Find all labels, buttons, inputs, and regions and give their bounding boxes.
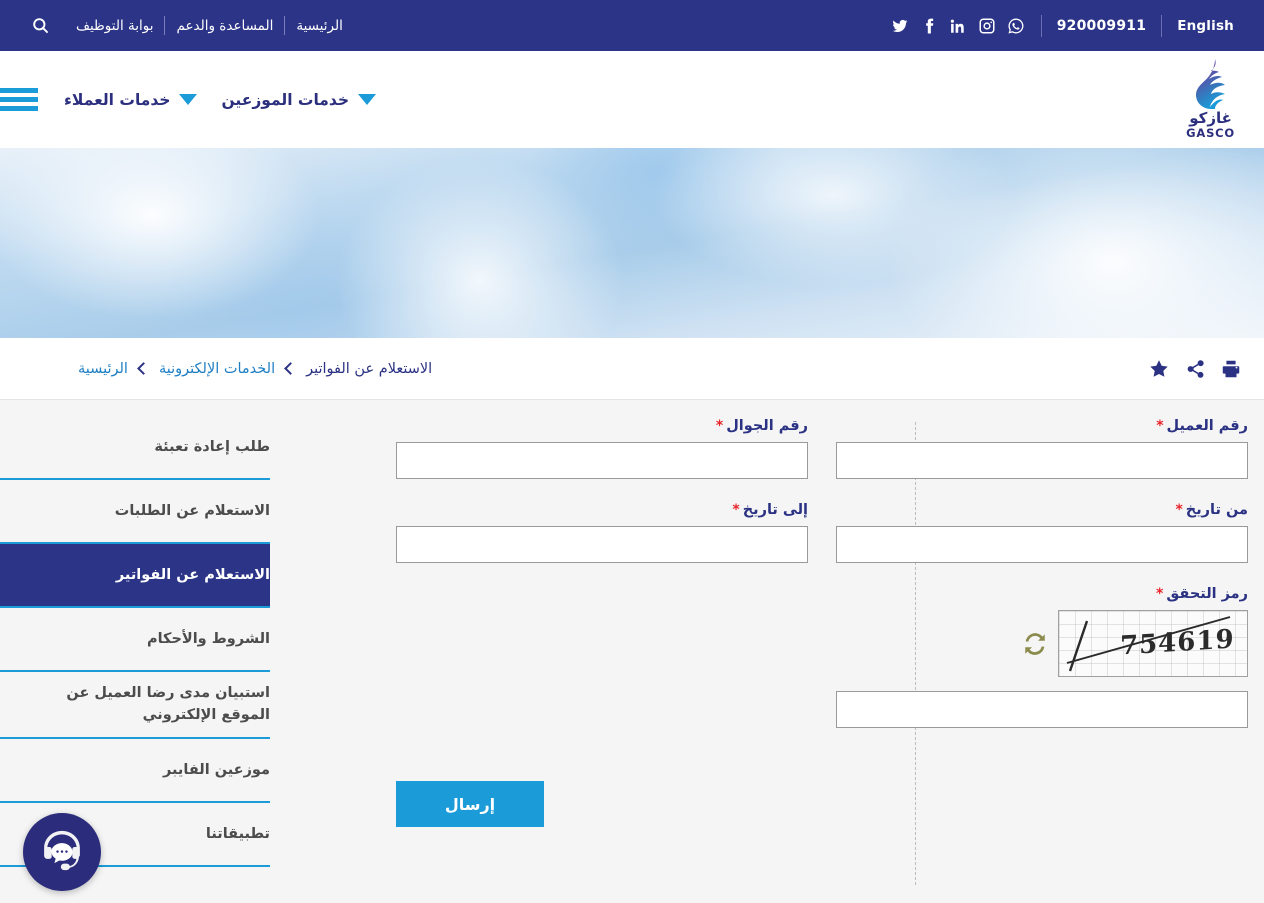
- topbar-right-links: الرئيسية المساعدة والدعم بوابة التوظيف: [28, 14, 354, 38]
- logo-arabic-text: غازكو: [1189, 109, 1232, 128]
- breadcrumb-bar: الاستعلام عن الفواتير الخدمات الإلكتروني…: [0, 338, 1264, 400]
- required-marker: *: [732, 502, 740, 518]
- sidebar-item-label: موزعين الفايبر: [162, 761, 270, 778]
- page-tools: [1148, 358, 1242, 380]
- gasco-logo[interactable]: غازكو GASCO: [1186, 58, 1249, 141]
- chevron-left-icon: [284, 362, 297, 375]
- refresh-icon[interactable]: [1022, 631, 1048, 657]
- top-utility-bar: English 920009911 الرئيسية المساعدة والد…: [0, 0, 1264, 51]
- nav-label: خدمات العملاء: [64, 90, 171, 109]
- captcha-input-wrap: [836, 677, 1248, 728]
- hamburger-icon[interactable]: [0, 88, 38, 111]
- divider: [1161, 14, 1163, 37]
- nav-label: خدمات الموزعين: [221, 90, 350, 109]
- topbar-left-group: English 920009911: [891, 14, 1234, 37]
- linkedin-icon[interactable]: [949, 17, 967, 35]
- chevron-down-icon: [358, 94, 377, 105]
- mobile-number-input[interactable]: [396, 442, 808, 479]
- facebook-icon[interactable]: [920, 17, 938, 35]
- breadcrumb-item-home[interactable]: الرئيسية: [78, 361, 128, 377]
- captcha-row: 754619: [836, 610, 1248, 677]
- divider: [1040, 14, 1042, 37]
- label-date-to: إلى تاريخ*: [732, 502, 808, 518]
- favorite-star-icon[interactable]: [1148, 358, 1170, 380]
- required-marker: *: [1175, 502, 1183, 518]
- print-icon[interactable]: [1220, 358, 1242, 380]
- support-chat-button[interactable]: [23, 813, 101, 891]
- required-marker: *: [1155, 586, 1164, 602]
- hamburger-bar: [0, 88, 38, 93]
- hamburger-bar: [0, 97, 38, 102]
- topbar-link-home[interactable]: الرئيسية: [285, 16, 354, 36]
- customer-number-input[interactable]: [836, 442, 1248, 479]
- form-fields-grid: رقم العميل* رقم الجوال* من تاريخ* إلى تا…: [333, 418, 1264, 751]
- label-mobile-number: رقم الجوال*: [715, 418, 808, 434]
- breadcrumb-item-eservices[interactable]: الخدمات الإلكترونية: [159, 361, 275, 377]
- sidebar-item-refill-request[interactable]: طلب إعادة تعبئة: [0, 416, 270, 480]
- breadcrumb-item-current: الاستعلام عن الفواتير: [306, 360, 433, 377]
- required-marker: *: [1156, 418, 1164, 434]
- sidebar-item-label: الشروط والأحكام: [146, 630, 270, 647]
- sidebar-item-label: الاستعلام عن الفواتير: [115, 566, 270, 583]
- divider: [164, 16, 166, 35]
- chevron-left-icon: [137, 362, 150, 375]
- sidebar-item-fiber-distributors[interactable]: موزعين الفايبر: [0, 739, 270, 803]
- field-mobile-number: رقم الجوال*: [396, 418, 822, 502]
- share-icon[interactable]: [1184, 358, 1206, 380]
- invoice-inquiry-form: رقم العميل* رقم الجوال* من تاريخ* إلى تا…: [333, 400, 1264, 898]
- field-captcha: رمز التحقق* 754619: [822, 586, 1248, 751]
- sidebar-item-invoice-inquiry[interactable]: الاستعلام عن الفواتير: [0, 544, 270, 608]
- field-date-to: إلى تاريخ*: [396, 502, 822, 586]
- nav-item-customer-services[interactable]: خدمات العملاء: [52, 91, 209, 109]
- captcha-image: 754619: [1058, 610, 1248, 677]
- hero-banner-image: [0, 148, 1264, 338]
- main-navigation: خدمات الموزعين خدمات العملاء: [0, 88, 388, 111]
- sidebar-item-satisfaction-survey[interactable]: استبيان مدى رضا العميل عن الموقع الإلكتر…: [0, 672, 270, 739]
- hamburger-bar: [0, 106, 38, 111]
- field-customer-number: رقم العميل*: [822, 418, 1248, 502]
- date-to-input[interactable]: [396, 526, 808, 563]
- date-from-input[interactable]: [836, 526, 1248, 563]
- submit-row: إرسال: [333, 751, 1264, 827]
- breadcrumb: الاستعلام عن الفواتير الخدمات الإلكتروني…: [78, 361, 432, 377]
- twitter-icon[interactable]: [891, 17, 909, 35]
- whatsapp-icon[interactable]: [1007, 17, 1025, 35]
- submit-button[interactable]: إرسال: [396, 781, 544, 827]
- field-date-from: من تاريخ*: [822, 502, 1248, 586]
- sidebar-item-order-inquiry[interactable]: الاستعلام عن الطلبات: [0, 480, 270, 544]
- label-captcha: رمز التحقق*: [1155, 586, 1248, 602]
- headset-chat-icon: [44, 830, 80, 871]
- site-header: غازكو GASCO خدمات الموزعين خدمات العملاء: [0, 51, 1264, 148]
- required-marker: *: [715, 418, 724, 434]
- sidebar-item-terms-conditions[interactable]: الشروط والأحكام: [0, 608, 270, 672]
- nav-item-distributor-services[interactable]: خدمات الموزعين: [209, 91, 388, 109]
- social-links: [891, 17, 1041, 35]
- search-icon[interactable]: [28, 14, 52, 38]
- gasco-flame-logo-icon: [1195, 59, 1225, 110]
- main-content: رقم العميل* رقم الجوال* من تاريخ* إلى تا…: [0, 400, 1264, 898]
- sidebar-item-label: طلب إعادة تعبئة: [154, 438, 270, 455]
- sidebar-item-label: استبيان مدى رضا العميل عن الموقع الإلكتر…: [66, 685, 270, 724]
- topbar-link-careers-portal[interactable]: بوابة التوظيف: [65, 16, 164, 36]
- label-customer-number: رقم العميل*: [1156, 418, 1248, 434]
- phone-number-link[interactable]: 920009911: [1042, 18, 1161, 34]
- instagram-icon[interactable]: [978, 17, 996, 35]
- topbar-link-help-support[interactable]: المساعدة والدعم: [165, 16, 284, 36]
- language-switch-link[interactable]: English: [1162, 18, 1234, 34]
- label-date-from: من تاريخ*: [1175, 502, 1248, 518]
- sidebar-item-label: الاستعلام عن الطلبات: [114, 502, 270, 519]
- chevron-down-icon: [179, 94, 198, 105]
- logo-english-text: GASCO: [1186, 126, 1235, 141]
- captcha-input[interactable]: [836, 691, 1248, 728]
- divider: [284, 16, 286, 35]
